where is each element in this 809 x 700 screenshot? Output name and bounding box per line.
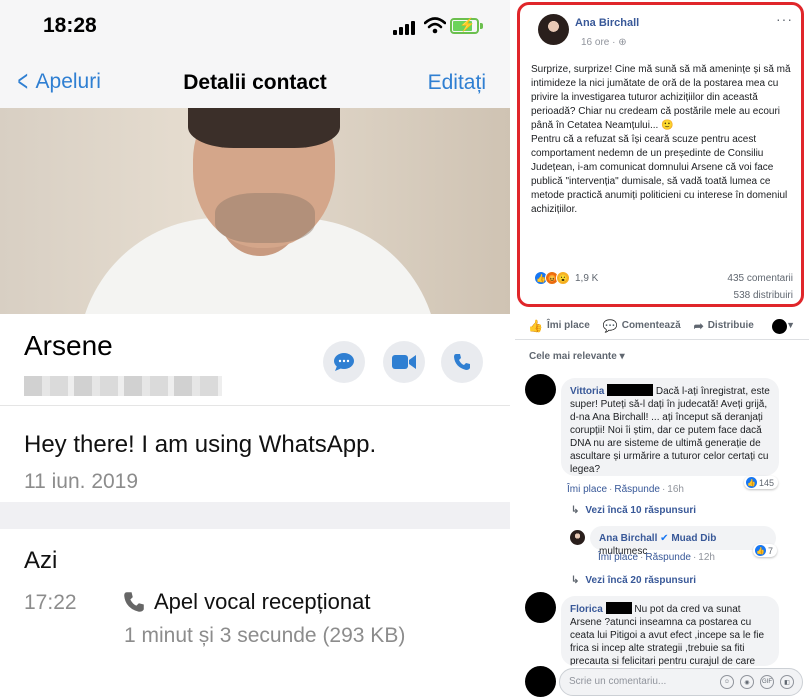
phone-icon	[454, 354, 470, 370]
call-duration: 1 minut și 3 secunde (293 KB)	[124, 624, 406, 647]
phone-handset-icon	[124, 592, 144, 612]
gif-icon[interactable]: GIF	[760, 675, 774, 689]
reply-like-count[interactable]: 👍 7	[753, 544, 778, 557]
video-call-button[interactable]	[383, 341, 425, 383]
post-paragraph-1: Surprize, surprize! Cine mă sună să mă a…	[531, 64, 791, 131]
wifi-icon	[424, 17, 446, 34]
reaction-count: 1,9 K	[575, 272, 599, 284]
post-text: Surprize, surprize! Cine mă sună să mă a…	[531, 63, 799, 217]
calls-day: Azi	[24, 547, 58, 574]
contact-name: Arsene	[24, 330, 113, 361]
reply-arrow-icon: ↳	[571, 505, 580, 516]
edit-button[interactable]: Editați	[428, 71, 486, 95]
calls-card: Azi 17:22 Apel vocal recepționat 1 minut…	[0, 529, 510, 700]
reply-arrow-icon: ↳	[571, 575, 580, 586]
about-text: Hey there! I am using WhatsApp.	[24, 431, 377, 458]
comment-bubble: Florica Nu pot da cred va sunat Arsene ?…	[561, 596, 779, 666]
like-icon: 👍	[746, 477, 757, 488]
comment-reply-link[interactable]: Răspunde	[614, 484, 660, 495]
redacted-surname	[605, 602, 632, 614]
battery-icon: ⚡	[450, 17, 479, 34]
like-button[interactable]: 👍 Îmi place	[528, 319, 590, 333]
comment-author[interactable]: Florica	[570, 604, 603, 615]
comment-author[interactable]: Vittoria	[570, 386, 604, 397]
emoji-icon[interactable]: ☺	[720, 675, 734, 689]
navigation-bar: < Apeluri Detalii contact Editați	[0, 56, 510, 108]
status-bar: 18:28 ⚡	[0, 0, 510, 56]
share-button[interactable]: ➦ Distribuie	[694, 319, 754, 333]
view-more-replies-link[interactable]: ↳ Vezi încă 10 răspunsuri	[571, 505, 696, 516]
comment-sort-dropdown[interactable]: Cele mai relevante ▾	[529, 351, 625, 362]
battery-nub	[480, 23, 483, 29]
reply-reply-link[interactable]: Răspunde	[645, 552, 691, 563]
caret-down-icon[interactable]: ▼	[786, 320, 795, 330]
comment-actions: Îmi place · Răspunde · 16h	[567, 484, 684, 495]
comment-button[interactable]: 💬 Comentează	[603, 319, 681, 333]
share-icon: ➦	[693, 318, 704, 333]
more-options-icon[interactable]: ···	[776, 11, 793, 27]
comment-like-link[interactable]: Îmi place	[567, 484, 607, 495]
post-card: Ana Birchall 16 ore · ⊕ ··· Surprize, su…	[517, 2, 804, 307]
call-type: Apel vocal recepționat	[154, 589, 371, 614]
reply-avatar[interactable]	[570, 530, 585, 545]
comment-avatar[interactable]	[525, 592, 556, 623]
facebook-post-screen: Ana Birchall 16 ore · ⊕ ··· Surprize, su…	[515, 0, 809, 700]
comment-bubble: Vittoria Dacă l-ați înregistrat, este su…	[561, 378, 779, 476]
author-avatar[interactable]	[538, 14, 569, 45]
redacted-surname	[607, 384, 654, 396]
comments-count[interactable]: 435 comentarii	[727, 273, 793, 284]
globe-icon: ⊕	[618, 37, 627, 48]
whatsapp-contact-screen: 18:28 ⚡ < Apeluri Detalii contact Editaț…	[0, 0, 510, 700]
sticker-icon[interactable]: ◧	[780, 675, 794, 689]
camera-icon[interactable]: ◉	[740, 675, 754, 689]
contact-name-card: Arsene	[0, 314, 510, 405]
reply-like-link[interactable]: Îmi place	[598, 552, 638, 563]
post-time[interactable]: 16 ore · ⊕	[581, 37, 627, 48]
shares-count[interactable]: 538 distribuiri	[734, 290, 793, 301]
current-user-avatar[interactable]	[525, 666, 556, 697]
comment-input[interactable]: Scrie un comentariu... ☺ ◉ GIF ◧	[559, 668, 803, 696]
comment-time[interactable]: 16h	[667, 484, 684, 495]
wow-reaction-icon: 😮	[556, 271, 570, 285]
reply-time[interactable]: 12h	[698, 552, 715, 563]
view-more-replies-link[interactable]: ↳ Vezi încă 20 răspunsuri	[571, 575, 696, 586]
about-date: 11 iun. 2019	[24, 470, 139, 493]
thumbs-up-icon: 👍	[528, 318, 543, 333]
signal-icon	[393, 21, 417, 35]
verified-badge-icon: ✔	[660, 533, 669, 544]
reply-author[interactable]: Ana Birchall	[599, 533, 657, 544]
comment-like-count[interactable]: 👍 145	[744, 476, 779, 489]
comment-input-icons: ☺ ◉ GIF ◧	[720, 675, 794, 689]
comment-input-placeholder: Scrie un comentariu...	[569, 676, 667, 687]
video-camera-icon	[392, 355, 416, 369]
post-actions-bar: 👍 Îmi place 💬 Comentează ➦ Distribuie ▼	[515, 312, 809, 340]
post-author[interactable]: Ana Birchall	[575, 17, 639, 29]
blurred-phone-number	[24, 376, 222, 396]
status-time: 18:28	[43, 14, 97, 37]
reply-bubble: Ana Birchall ✔ Muad Dib multumesc	[590, 526, 776, 557]
reply-tag[interactable]: Muad Dib	[671, 533, 716, 544]
comment-icon: 💬	[602, 318, 618, 333]
chat-bubble-icon	[334, 353, 354, 371]
about-card: Hey there! I am using WhatsApp. 11 iun. …	[0, 405, 510, 502]
message-button[interactable]	[323, 341, 365, 383]
comment-text: Dacă l-ați înregistrat, este super! Pute…	[570, 386, 770, 475]
reactions-summary[interactable]: 👍 😡 😮 1,9 K	[534, 271, 598, 285]
redacted-avatar[interactable]	[772, 319, 787, 334]
contact-photo	[0, 108, 510, 314]
post-paragraph-2: Pentru că a refuzat să își ceară scuze p…	[531, 134, 788, 215]
like-icon: 👍	[755, 545, 766, 556]
reply-actions: Îmi place · Răspunde · 12h	[598, 552, 715, 563]
voice-call-button[interactable]	[441, 341, 483, 383]
comment-avatar[interactable]	[525, 374, 556, 405]
call-time: 17:22	[24, 591, 77, 614]
